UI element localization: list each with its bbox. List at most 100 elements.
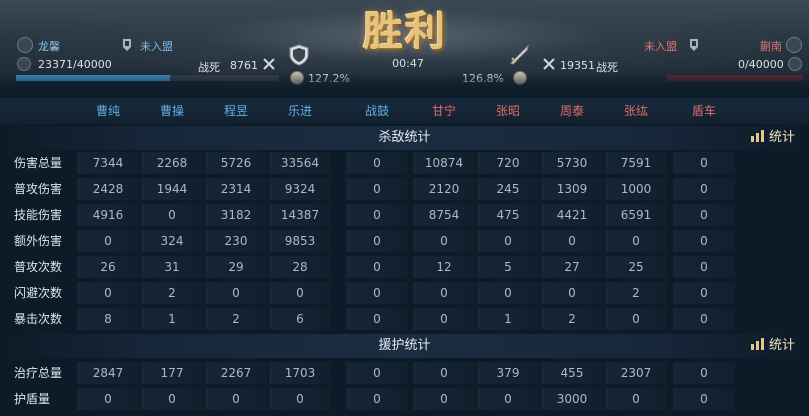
stat-cell: 0 — [168, 208, 176, 222]
stat-cell: 0 — [440, 234, 448, 248]
stat-cell: 0 — [104, 286, 112, 300]
table-row: 普攻伤害 2428 1944 2314 9324 0 2120 245 1309 1000 0 — [0, 176, 809, 202]
stat-cell: 14387 — [280, 208, 320, 222]
stat-cell: 28 — [292, 260, 308, 274]
stat-cell: 2267 — [220, 366, 252, 380]
stat-cell: 2314 — [220, 182, 252, 196]
stat-cell: 0 — [700, 366, 708, 380]
table-row: 护盾量 0 0 0 0 0 0 0 3000 0 0 — [0, 386, 809, 412]
support-stats-button[interactable]: 统计 — [750, 336, 795, 356]
stat-cell: 0 — [168, 392, 176, 406]
support-stats-button-label: 统计 — [768, 338, 795, 353]
stat-cell: 5726 — [220, 156, 252, 170]
support-stats-header: 援护统计 统计 — [0, 334, 809, 358]
stat-cell: 2 — [568, 312, 576, 326]
right-pct: 126.8% — [462, 72, 504, 85]
stat-cell: 0 — [373, 366, 381, 380]
troops-icon — [17, 57, 31, 71]
stat-cell: 0 — [296, 286, 304, 300]
battle-result-header: 胜利 00:47 龙馨 未入盟 23371/40000 战死 8761 127.… — [0, 0, 809, 92]
stat-cell: 26 — [100, 260, 116, 274]
stat-cell: 0 — [632, 234, 640, 248]
right-player-name: 蒯南 — [760, 40, 782, 53]
stat-cell: 1944 — [156, 182, 188, 196]
stat-cell: 2 — [632, 286, 640, 300]
stat-cell: 0 — [104, 234, 112, 248]
row-label: 伤害总量 — [14, 156, 63, 170]
hero-name-3: 程昱 — [223, 104, 248, 118]
stat-cell: 324 — [160, 234, 184, 248]
stat-cell: 0 — [104, 392, 112, 406]
stat-cell: 31 — [164, 260, 180, 274]
crossed-swords-icon — [263, 58, 275, 70]
row-label: 治疗总量 — [14, 366, 63, 380]
stat-cell: 0 — [232, 392, 240, 406]
stat-cell: 0 — [440, 366, 448, 380]
stat-cell: 1 — [168, 312, 176, 326]
stat-cell: 6591 — [620, 208, 652, 222]
player-avatar-icon[interactable] — [786, 37, 802, 53]
stat-cell: 455 — [560, 366, 584, 380]
buff-icon — [513, 71, 527, 85]
table-row: 普攻次数 26 31 29 28 0 12 5 27 25 0 — [0, 254, 809, 280]
right-alliance: 未入盟 — [644, 40, 677, 53]
stat-cell: 1 — [504, 312, 512, 326]
stat-cell: 8 — [104, 312, 112, 326]
stat-cell: 0 — [373, 286, 381, 300]
bar-chart-icon — [750, 130, 764, 142]
alliance-icon — [690, 39, 698, 51]
left-pct: 127.2% — [308, 72, 350, 85]
support-stats-title: 援护统计 — [378, 338, 431, 353]
shield-icon — [289, 44, 309, 66]
table-row: 技能伤害 4916 0 3182 14387 0 8754 475 4421 6591 0 — [0, 202, 809, 228]
kill-stats-button-label: 统计 — [768, 130, 795, 145]
left-troop-bar — [16, 75, 279, 81]
stat-cell: 25 — [628, 260, 644, 274]
left-alliance: 未入盟 — [140, 40, 173, 53]
hero-name-4: 乐进 — [287, 104, 312, 118]
stat-cell: 3182 — [220, 208, 252, 222]
stat-cell: 0 — [373, 182, 381, 196]
stat-cell: 29 — [228, 260, 244, 274]
stat-cell: 0 — [700, 234, 708, 248]
battle-time: 00:47 — [392, 57, 424, 70]
stat-cell: 0 — [296, 392, 304, 406]
player-avatar-icon[interactable] — [17, 37, 33, 53]
stat-cell: 230 — [224, 234, 248, 248]
table-row: 闪避次数 0 2 0 0 0 0 0 0 2 0 — [0, 280, 809, 306]
stat-cell: 2 — [168, 286, 176, 300]
row-label: 普攻次数 — [14, 260, 63, 274]
kill-stats-header: 杀敌统计 统计 — [0, 126, 809, 150]
stat-cell: 10874 — [424, 156, 464, 170]
stat-cell: 245 — [496, 182, 520, 196]
row-label: 技能伤害 — [14, 208, 63, 222]
stat-cell: 1000 — [620, 182, 652, 196]
stat-cell: 33564 — [280, 156, 320, 170]
hero-name-10: 盾车 — [691, 104, 716, 118]
row-label: 普攻伤害 — [14, 182, 63, 196]
stat-cell: 9324 — [284, 182, 316, 196]
stat-cell: 2307 — [620, 366, 652, 380]
stat-cell: 0 — [373, 392, 381, 406]
stat-cell: 0 — [632, 392, 640, 406]
stat-cell: 0 — [700, 208, 708, 222]
stat-cell: 3000 — [556, 392, 588, 406]
stat-cell: 27 — [564, 260, 580, 274]
stat-cell: 2 — [232, 312, 240, 326]
stat-cell: 0 — [440, 312, 448, 326]
stat-cell: 1309 — [556, 182, 588, 196]
left-deaths: 8761 — [230, 59, 258, 72]
right-troops: 0/40000 — [738, 58, 784, 71]
stat-cell: 0 — [568, 286, 576, 300]
left-player-name: 龙馨 — [38, 40, 60, 53]
stat-cell: 0 — [440, 392, 448, 406]
stat-cell: 2847 — [92, 366, 124, 380]
stat-cell: 0 — [504, 392, 512, 406]
kill-stats-button[interactable]: 统计 — [750, 128, 795, 148]
stat-cell: 0 — [440, 286, 448, 300]
crossed-swords-icon — [543, 58, 555, 70]
stat-cell: 2428 — [92, 182, 124, 196]
hero-name-7: 张昭 — [495, 104, 520, 118]
table-row: 暴击次数 8 1 2 6 0 0 1 2 0 0 — [0, 306, 809, 332]
table-row: 额外伤害 0 324 230 9853 0 0 0 0 0 0 — [0, 228, 809, 254]
